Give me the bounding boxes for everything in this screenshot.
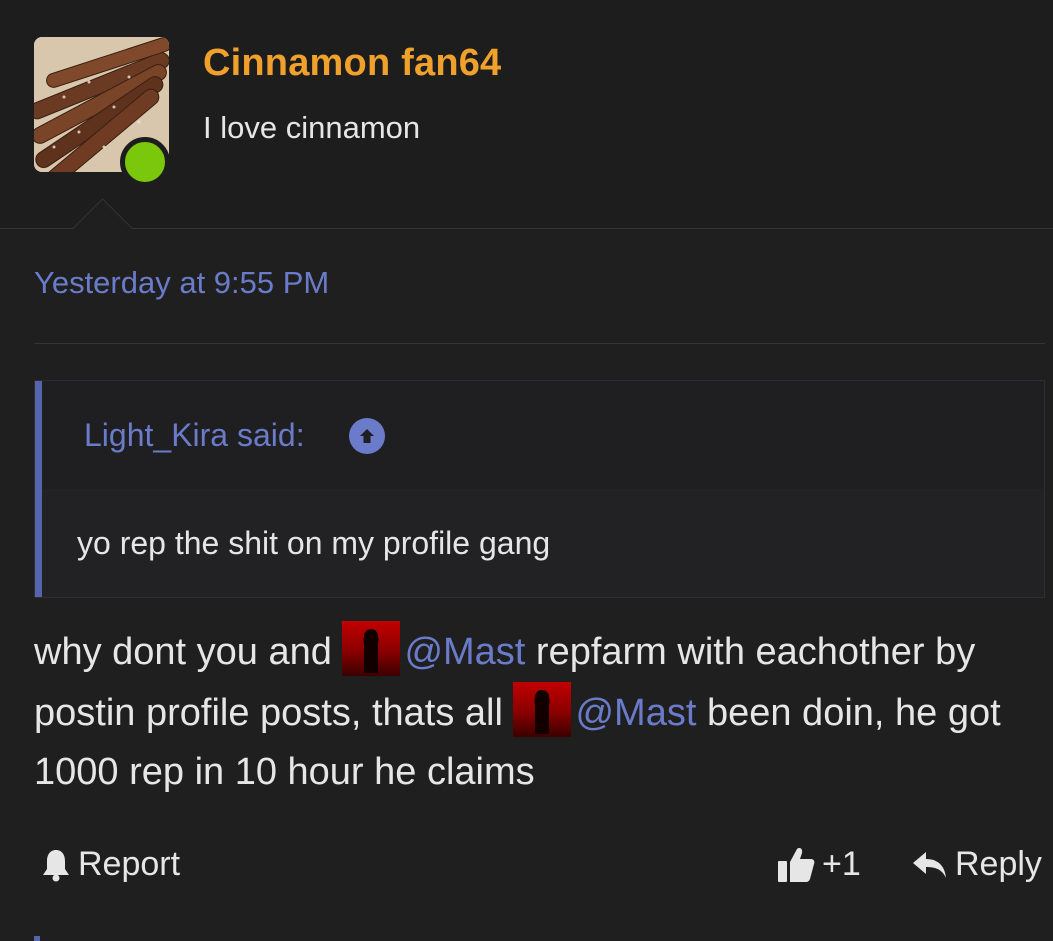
quote-block: Light_Kira said: yo rep the shit on my p… [34,380,1045,598]
mention-link[interactable]: @Mast [404,631,525,673]
mention-avatar[interactable] [342,621,401,676]
username[interactable]: Cinnamon fan64 [203,42,501,85]
report-button[interactable]: Report [40,845,180,884]
mention-link[interactable]: @Mast [575,692,696,734]
like-count: +1 [822,845,861,883]
next-post-quote-bar [34,936,40,941]
quote-text: yo rep the shit on my profile gang [77,525,551,561]
message-text-1: why dont you and [34,631,343,673]
post-date-link[interactable]: Yesterday at 9:55 PM [34,265,329,301]
mention-avatar[interactable] [513,682,572,737]
bell-icon [43,849,69,881]
quote-header: Light_Kira said: [42,381,1044,489]
reply-arrow-icon [913,851,946,878]
message-body: why dont you and @Mast repfarm with each… [34,621,1034,802]
quote-author[interactable]: Light_Kira said: [84,417,305,454]
report-label: Report [78,845,181,883]
meta-divider [34,343,1045,344]
thumbs-up-icon [778,847,815,882]
reply-label: Reply [955,845,1042,883]
user-title: I love cinnamon [203,110,421,145]
quote-bar [35,381,42,597]
arrow-up-circle-icon[interactable] [349,418,385,454]
user-header: Cinnamon fan64 I love cinnamon [0,0,1053,229]
reply-button[interactable]: Reply [911,845,1042,884]
like-button[interactable]: +1 [776,845,861,884]
header-pointer [72,198,132,229]
online-status-dot [120,137,170,187]
